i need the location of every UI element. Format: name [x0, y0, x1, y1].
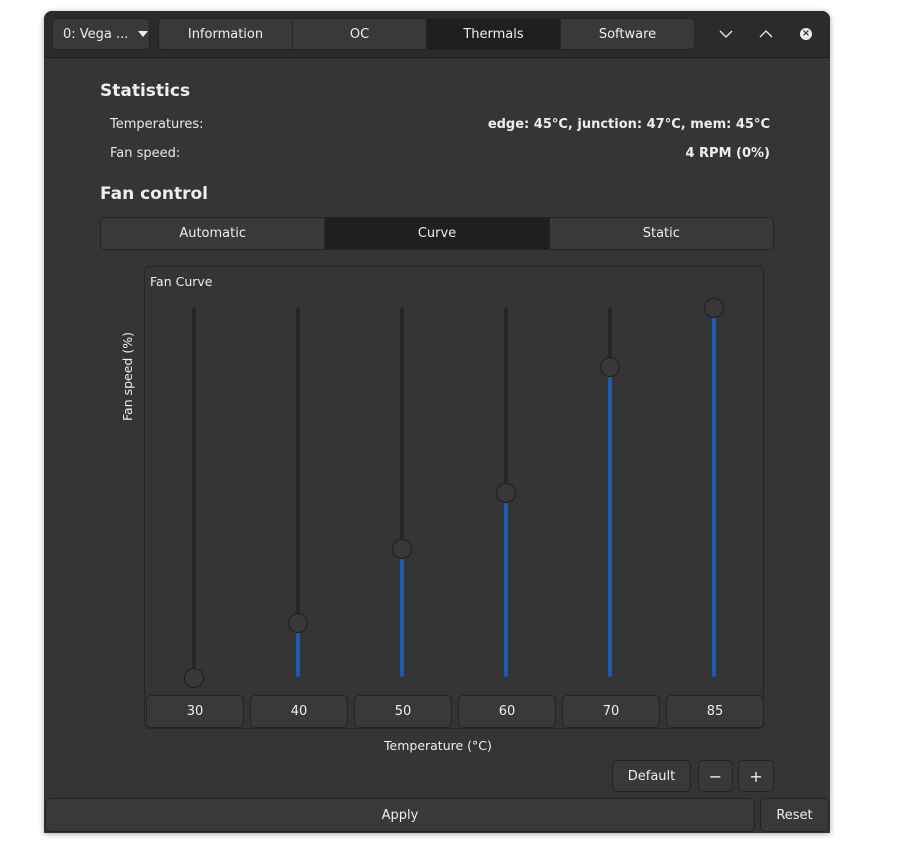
fan-curve-slider-70[interactable] — [595, 267, 625, 687]
fan-curve-slider-30[interactable] — [179, 267, 209, 688]
temperature-button-30[interactable]: 30 — [146, 695, 244, 728]
fan-curve-slider-85[interactable] — [699, 267, 729, 687]
temperatures-label: Temperatures: — [110, 117, 204, 132]
default-button[interactable]: Default — [612, 760, 691, 792]
tab-label: Thermals — [463, 26, 524, 42]
gpu-selector-label: 0: Vega ... — [63, 26, 129, 42]
header-bar: 0: Vega ... Information OC Thermals Soft… — [44, 11, 830, 58]
slider-knob[interactable] — [288, 612, 308, 633]
chevron-up-icon — [759, 30, 773, 38]
fan-speed-value: 4 RPM (0%) — [685, 146, 770, 161]
app-window: 0: Vega ... Information OC Thermals Soft… — [44, 11, 830, 833]
fan-curve-frame: Fan Curve 30 40 50 60 70 85 — [144, 266, 764, 729]
temperature-button-40[interactable]: 40 — [250, 695, 348, 728]
slider-knob[interactable] — [496, 483, 516, 503]
slider-fill — [400, 547, 404, 677]
page-tabs: Information OC Thermals Software — [158, 18, 695, 50]
default-label: Default — [627, 768, 676, 784]
fan-curve-slider-40[interactable] — [283, 267, 313, 687]
minimize-button[interactable] — [714, 22, 738, 46]
fan-curve-slider-50[interactable] — [387, 267, 417, 687]
temperature-button-85[interactable]: 85 — [666, 695, 764, 728]
slider-track — [296, 307, 300, 622]
tab-thermals[interactable]: Thermals — [427, 19, 561, 49]
apply-button[interactable]: Apply — [45, 798, 755, 832]
maximize-button[interactable] — [754, 22, 778, 46]
x-axis-label: Temperature (°C) — [384, 738, 492, 753]
dropdown-caret-icon — [138, 31, 149, 37]
fan-speed-label: Fan speed: — [110, 146, 181, 161]
slider-track — [504, 307, 508, 492]
mode-automatic[interactable]: Automatic — [101, 218, 326, 249]
reset-button[interactable]: Reset — [760, 798, 829, 832]
reset-label: Reset — [776, 807, 813, 823]
slider-fill — [608, 366, 612, 677]
slider-track — [400, 307, 404, 548]
temperature-button-50[interactable]: 50 — [354, 695, 452, 728]
mode-label: Static — [642, 226, 680, 241]
y-axis-label: Fan speed (%) — [120, 332, 135, 421]
slider-knob[interactable] — [184, 668, 204, 688]
slider-fill — [712, 307, 716, 677]
chevron-down-icon — [719, 30, 733, 38]
mode-static[interactable]: Static — [549, 218, 773, 249]
apply-label: Apply — [381, 807, 419, 823]
minus-icon: − — [708, 766, 723, 786]
mode-curve[interactable]: Curve — [325, 218, 550, 249]
mode-label: Curve — [417, 226, 457, 241]
close-icon: × — [800, 28, 812, 40]
tab-label: OC — [349, 26, 370, 42]
slider-track — [192, 307, 196, 677]
slider-knob[interactable] — [704, 298, 724, 318]
slider-knob[interactable] — [600, 357, 620, 378]
slider-knob[interactable] — [392, 538, 412, 559]
add-point-button[interactable]: + — [738, 760, 774, 792]
tab-label: Information — [187, 26, 264, 42]
fan-curve-slider-60[interactable] — [491, 267, 521, 687]
plus-icon: + — [749, 766, 763, 786]
tab-software[interactable]: Software — [561, 19, 694, 49]
temperatures-value: edge: 45°C, junction: 47°C, mem: 45°C — [487, 117, 770, 132]
statistics-heading: Statistics — [100, 81, 191, 101]
remove-point-button[interactable]: − — [698, 760, 733, 792]
mode-label: Automatic — [179, 226, 246, 241]
temperature-button-70[interactable]: 70 — [562, 695, 660, 728]
tab-oc[interactable]: OC — [293, 19, 427, 49]
close-button[interactable]: × — [794, 22, 818, 46]
fan-mode-switcher: Automatic Curve Static — [100, 217, 774, 250]
fan-control-heading: Fan control — [100, 184, 208, 204]
tab-label: Software — [598, 26, 657, 42]
slider-fill — [504, 492, 508, 677]
gpu-selector-dropdown[interactable]: 0: Vega ... — [52, 18, 150, 50]
tab-information[interactable]: Information — [159, 19, 293, 49]
temperature-button-60[interactable]: 60 — [458, 695, 556, 728]
